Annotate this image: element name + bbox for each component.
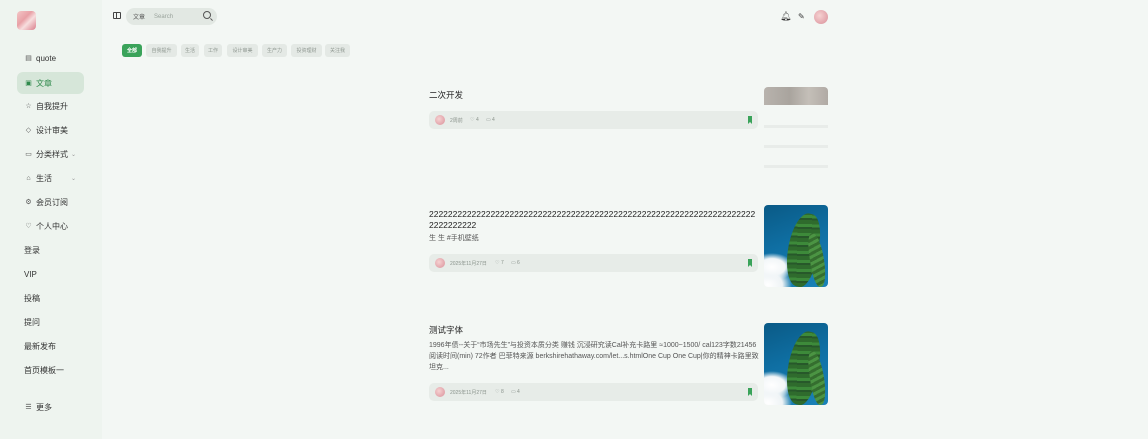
sidebar-item-label: 提问 — [24, 317, 40, 327]
chip-productivity[interactable]: 生产力 — [262, 44, 287, 57]
chip-design[interactable]: 设计审美 — [227, 44, 258, 57]
like-count: 8 — [501, 389, 504, 395]
menu-icon: ☰ — [25, 404, 32, 411]
sidebar-item-design[interactable]: ◇ 设计审美 — [17, 119, 84, 141]
sidebar-item-label: 投稿 — [24, 293, 40, 303]
sidebar: ▤ quote ▣ 文章 ☆ 自我提升 ◇ 设计审美 ▭ 分类样式 ⌄ ⌂ 生活… — [0, 0, 102, 439]
article-meta: 2025年11月27日 ♡ 7 ▭ 6 — [429, 254, 758, 272]
article-icon: ▣ — [25, 80, 32, 87]
chip-follow[interactable]: 关注我 — [325, 44, 350, 57]
sidebar-item-label: VIP — [24, 269, 37, 279]
sidebar-item-profile[interactable]: ♡ 个人中心 — [17, 215, 84, 237]
comment-count: 4 — [492, 117, 495, 123]
comment-count: 6 — [517, 260, 520, 266]
like-count: 4 — [476, 117, 479, 123]
chevron-down-icon: ⌄ — [70, 151, 76, 158]
bookmark-icon[interactable] — [748, 116, 752, 124]
sidebar-item-ask[interactable]: 提问 — [17, 311, 84, 333]
article-excerpt: 生 生 #手机壁纸 — [429, 235, 479, 242]
monitor-icon: ▭ — [25, 151, 32, 158]
author-avatar[interactable] — [435, 258, 445, 268]
sidebar-item-label: 分类样式 — [36, 149, 68, 159]
article-title[interactable]: 2222222222222222222222222222222222222222… — [429, 209, 759, 231]
search-input[interactable]: Search — [154, 14, 173, 20]
sidebar-item-vip[interactable]: VIP — [17, 263, 84, 285]
search-icon[interactable] — [203, 11, 211, 19]
article-title[interactable]: 二次开发 — [429, 90, 463, 101]
site-logo[interactable] — [17, 11, 36, 30]
gear-icon: ⚙ — [25, 199, 32, 206]
star-icon: ☆ — [25, 103, 32, 110]
article-date: 2025年11月27日 — [450, 261, 487, 267]
bookmark-icon[interactable] — [748, 388, 752, 396]
sidebar-more-label: 更多 — [36, 402, 52, 412]
chip-all[interactable]: 全部 — [122, 44, 142, 57]
sidebar-toggle-icon[interactable] — [113, 12, 121, 19]
chip-self-improvement[interactable]: 自我提升 — [146, 44, 177, 57]
sidebar-item-membership[interactable]: ⚙ 会员订阅 — [17, 191, 84, 213]
heart-icon: ♡ — [25, 223, 32, 230]
search-bar[interactable]: 文章 Search — [126, 8, 217, 25]
chip-life[interactable]: 生活 — [181, 44, 199, 57]
sidebar-item-label: 个人中心 — [36, 221, 68, 231]
comment-icon[interactable]: ▭ — [511, 260, 516, 266]
user-avatar[interactable] — [814, 10, 828, 24]
sidebar-item-quote[interactable]: ▤ quote — [17, 47, 84, 69]
article-meta: 2025年11月27日 ♡ 8 ▭ 4 — [429, 383, 758, 401]
sidebar-item-submit[interactable]: 投稿 — [17, 287, 84, 309]
chip-investing[interactable]: 投资理财 — [291, 44, 322, 57]
sidebar-item-label: quote — [36, 53, 57, 63]
sidebar-item-label: 首页模板一 — [24, 365, 64, 375]
bookmark-icon[interactable] — [748, 259, 752, 267]
sidebar-item-category-styles[interactable]: ▭ 分类样式 ⌄ — [17, 143, 84, 165]
sidebar-item-label: 会员订阅 — [36, 197, 68, 207]
edit-icon[interactable]: ✎ — [798, 12, 805, 21]
article-excerpt: 1996年债--关于“市场先生”与投资本质分类 赚钱 沉浸研究读Cal补充卡路里… — [429, 342, 759, 371]
article-thumbnail[interactable] — [764, 205, 828, 287]
article-thumbnail[interactable] — [764, 87, 828, 171]
article-title[interactable]: 测试字体 — [429, 325, 463, 336]
author-avatar[interactable] — [435, 387, 445, 397]
sidebar-more[interactable]: ☰ 更多 — [17, 396, 84, 418]
like-icon[interactable]: ♡ — [470, 117, 474, 123]
sidebar-item-label: 最新发布 — [24, 341, 56, 351]
sidebar-item-login[interactable]: 登录 — [17, 239, 84, 261]
article-date: 2025年11月27日 — [450, 390, 487, 396]
like-icon[interactable]: ♡ — [495, 260, 499, 266]
comment-icon[interactable]: ▭ — [486, 117, 491, 123]
article-meta: 2周前 ♡ 4 ▭ 4 — [429, 111, 758, 129]
diamond-icon: ◇ — [25, 127, 32, 134]
sidebar-item-label: 生活 — [36, 173, 52, 183]
sidebar-item-label: 设计审美 — [36, 125, 68, 135]
search-scope[interactable]: 文章 — [133, 12, 145, 21]
article-date: 2周前 — [450, 118, 463, 124]
chevron-down-icon: ⌄ — [70, 175, 76, 182]
sidebar-item-home-template[interactable]: 首页模板一 — [17, 359, 84, 381]
home-icon: ⌂ — [26, 174, 31, 182]
like-icon[interactable]: ♡ — [495, 389, 499, 395]
like-count: 7 — [501, 260, 504, 266]
comment-count: 4 — [517, 389, 520, 395]
sidebar-item-life[interactable]: ⌂ 生活 ⌄ — [17, 167, 84, 189]
author-avatar[interactable] — [435, 115, 445, 125]
sidebar-item-label: 自我提升 — [36, 101, 68, 111]
document-icon: ▤ — [25, 55, 32, 62]
sidebar-item-latest[interactable]: 最新发布 — [17, 335, 84, 357]
article-thumbnail[interactable] — [764, 323, 828, 405]
sidebar-item-label: 登录 — [24, 245, 40, 255]
chip-work[interactable]: 工作 — [204, 44, 222, 57]
sidebar-item-articles[interactable]: ▣ 文章 — [17, 72, 84, 94]
sidebar-item-self-improvement[interactable]: ☆ 自我提升 — [17, 95, 84, 117]
sidebar-item-label: 文章 — [36, 78, 52, 88]
bell-icon[interactable]: 🔔︎ — [780, 12, 791, 21]
comment-icon[interactable]: ▭ — [511, 389, 516, 395]
